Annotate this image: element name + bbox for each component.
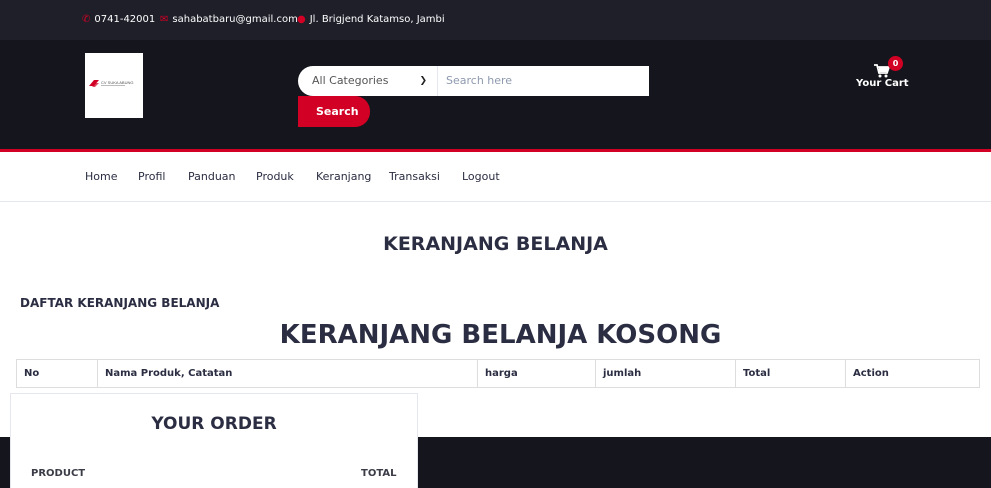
envelope-icon: ✉ (160, 14, 169, 25)
nav-home[interactable]: Home (85, 152, 117, 202)
map-marker-icon: ● (297, 14, 306, 25)
logo-mark-icon (89, 80, 99, 87)
phone-text: 0741-42001 (94, 14, 156, 25)
main-header: CV SUKA ABUNG All Categories ❯ Search he… (0, 40, 991, 151)
address-text: Jl. Brigjend Katamso, Jambi (309, 14, 445, 25)
category-select[interactable]: All Categories ❯ (298, 66, 438, 96)
cart-link[interactable]: 0 Your Cart (856, 56, 909, 102)
cart-qty-badge: 0 (888, 56, 903, 71)
order-col-product: PRODUCT (31, 468, 86, 479)
empty-cart-message: KERANJANG BELANJA KOSONG (279, 320, 722, 350)
order-col-total: TOTAL (361, 468, 397, 479)
nav-produk[interactable]: Produk (256, 152, 294, 202)
logo-underline (101, 85, 125, 86)
cart-table: No Nama Produk, Catatan harga jumlah Tot… (16, 359, 980, 388)
nav-panduan[interactable]: Panduan (188, 152, 236, 202)
search-placeholder: Search here (446, 74, 513, 87)
header-phone[interactable]: ✆ 0741-42001 (82, 0, 155, 40)
header-email[interactable]: ✉ sahabatbaru@gmail.com (160, 0, 298, 40)
order-title: YOUR ORDER (151, 414, 277, 434)
site-logo[interactable]: CV SUKA ABUNG (85, 53, 143, 118)
cart-label: Your Cart (856, 78, 909, 89)
table-header-product: Nama Produk, Catatan (97, 360, 477, 387)
nav-keranjang[interactable]: Keranjang (316, 152, 371, 202)
phone-icon: ✆ (82, 14, 91, 25)
table-header-no: No (24, 368, 40, 379)
table-header-action: Action (845, 360, 979, 387)
top-info-bar: ✆ 0741-42001 ✉ sahabatbaru@gmail.com ● Jl. … (0, 0, 991, 40)
table-header-price: harga (477, 360, 595, 387)
nav-logout[interactable]: Logout (462, 152, 500, 202)
header-address[interactable]: ● Jl. Brigjend Katamso, Jambi (297, 0, 445, 40)
chevron-down-icon: ❯ (419, 76, 427, 86)
table-header-total: Total (735, 360, 845, 387)
page-title: KERANJANG BELANJA (383, 233, 608, 255)
category-selected-value: All Categories (312, 74, 389, 87)
search-button-label: Search (316, 105, 359, 118)
nav-profil[interactable]: Profil (138, 152, 165, 202)
email-text: sahabatbaru@gmail.com (172, 14, 298, 25)
search-button[interactable]: Search (298, 96, 370, 127)
cart-list-title: DAFTAR KERANJANG BELANJA (20, 296, 220, 310)
main-navigation: Home Profil Panduan Produk Keranjang Tra… (0, 152, 991, 202)
nav-transaksi[interactable]: Transaksi (389, 152, 440, 202)
table-header-qty: jumlah (595, 360, 735, 387)
search-input[interactable]: Search here (438, 66, 649, 96)
